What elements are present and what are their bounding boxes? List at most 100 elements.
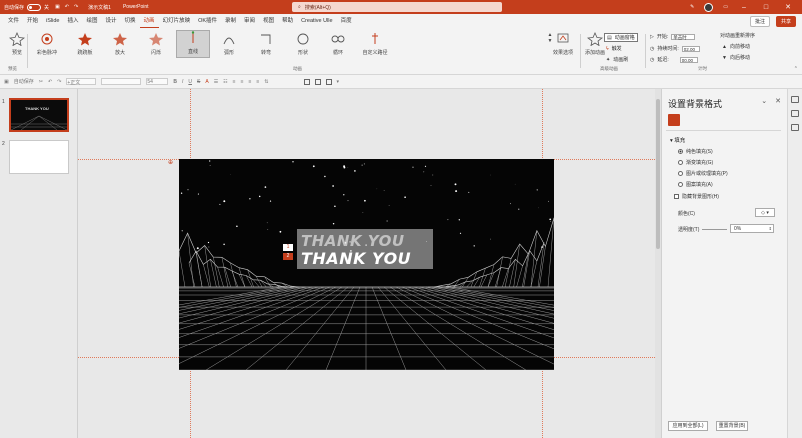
tab-3[interactable]: 插入 [63,14,82,28]
font-size-select[interactable]: 54 [146,78,169,85]
tab-12[interactable]: 视图 [259,14,278,28]
text-direction-icon[interactable]: ⇅ [264,79,268,85]
animation-painter-button[interactable]: ✦ 动画刷 [606,56,628,64]
ribbon-display-icon[interactable]: ▭ [723,4,728,10]
strike-icon[interactable]: S [197,79,200,85]
animation-option[interactable]: 跷跷板 [68,32,102,56]
slide-thumbnail-2[interactable] [9,140,69,174]
fill-section-header[interactable]: ▾ 填充 [670,136,685,144]
comment-icon[interactable]: ✎ [690,4,694,10]
apply-to-all-button[interactable]: 应用到全部(L) [668,421,708,431]
align-left-icon[interactable]: ≡ [233,79,236,85]
copilot-icon[interactable] [791,110,799,117]
numbering-icon[interactable]: ☷ [223,79,227,85]
tab-8[interactable]: 幻灯片放映 [159,14,195,28]
tab-4[interactable]: 绘图 [83,14,102,28]
autosave-toggle[interactable] [27,3,42,11]
move-later-button[interactable]: ▼ 向后移动 [722,54,750,62]
effect-options-button[interactable]: 效果选项 [548,32,578,56]
underline-icon[interactable]: U [188,79,192,85]
justify-icon[interactable]: ≡ [256,79,259,85]
animation-option[interactable]: 直线 [176,30,210,58]
tab-0[interactable]: 文件 [4,14,23,28]
animation-pane-button[interactable]: ▤ 动画窗格 [604,33,638,42]
save-icon[interactable]: ▣ [4,79,9,85]
save-icon[interactable]: ▣ [55,4,60,10]
animation-option[interactable]: 弧形 [212,32,246,56]
arrange-icon[interactable] [325,78,332,85]
fill-option-solid[interactable]: 纯色填充(S) [678,148,713,155]
collapse-ribbon-icon[interactable]: ⌃ [794,66,798,72]
tab-7[interactable]: 动画 [139,14,159,28]
italic-icon[interactable]: I [182,79,183,85]
align-center-icon[interactable]: ≡ [241,79,244,85]
start-select[interactable]: 单击时 [671,33,696,40]
tab-2[interactable]: iSlide [42,14,63,28]
tab-15[interactable]: 百度 [337,14,356,28]
fill-option-gradient[interactable]: 渐变填充(G) [678,159,713,166]
close-icon[interactable]: ✕ [775,97,781,105]
share-button[interactable]: 共享 [775,16,796,27]
delay-input[interactable]: 00.00 [679,56,698,63]
animation-option[interactable]: 闪烁 [139,32,173,56]
scrollbar-thumb[interactable] [656,99,660,249]
format-icon[interactable] [791,124,799,131]
preview-button[interactable]: 预览 [0,32,34,56]
tab-6[interactable]: 切换 [121,14,140,28]
tab-14[interactable]: Creative Ulle [297,14,336,28]
comment-icon[interactable] [791,96,799,103]
undo-icon[interactable]: ↶ [65,4,69,10]
animation-option[interactable]: 彩色脉冲 [30,32,64,56]
tab-1[interactable]: 开始 [23,14,42,28]
cut-icon[interactable]: ✂ [39,79,43,85]
animation-option[interactable]: 自定义路径 [358,32,392,56]
hide-background-checkbox[interactable]: 隐藏背景图形(H) [674,193,719,200]
fill-option-picture[interactable]: 图片或纹理填充(P) [678,170,728,177]
align-right-icon[interactable]: ≡ [249,79,252,85]
font-name-field[interactable] [101,78,142,85]
bold-icon[interactable]: B [173,79,177,85]
slide[interactable]: THANK YOU THANK YOU 1 2 [179,159,554,370]
font-color-icon[interactable]: A [205,79,208,85]
redo-icon[interactable]: ↷ [57,79,61,85]
redo-icon[interactable]: ↷ [74,4,78,10]
avatar[interactable] [704,2,714,12]
move-earlier-button[interactable]: ▲ 向前移动 [722,43,750,51]
font-select[interactable]: +正文 [66,78,97,86]
tab-5[interactable]: 设计 [102,14,121,28]
shape-outline-icon[interactable] [303,78,310,85]
fill-option-pattern[interactable]: 图案填充(A) [678,181,713,188]
spin-icon[interactable]: ⇕ [769,225,773,233]
shape-fill-icon[interactable] [314,78,321,85]
slide-thumbnail-1[interactable]: THANK YOU [9,98,69,132]
motion-path-marker-icon[interactable]: ⊕ [168,159,173,166]
maximize-button[interactable]: □ [760,4,772,11]
animation-tag-2[interactable]: 2 [283,253,293,260]
tab-10[interactable]: 录制 [221,14,240,28]
animation-option[interactable]: 转弯 [249,32,283,56]
fill-bucket-icon[interactable] [668,114,680,126]
close-button[interactable]: ✕ [782,3,794,11]
animation-tag-1[interactable]: 1 [283,244,293,251]
transparency-input[interactable]: 0% ⇕ [730,224,774,233]
reset-background-button[interactable]: 重置背景(B) [716,421,748,431]
title-text[interactable]: THANK YOU [301,249,411,268]
tab-11[interactable]: 审阅 [240,14,259,28]
bullets-icon[interactable]: ☰ [214,79,218,85]
animation-option[interactable]: 放大 [103,32,137,56]
search-box[interactable]: ⌕ 搜索(Alt+Q) [292,2,502,12]
autosave[interactable]: 自动保存 关 [4,3,49,11]
chevron-down-icon[interactable]: ⌄ [761,97,767,105]
duration-input[interactable]: 02.00 [681,45,700,52]
trigger-button[interactable]: ϟ 触发 [606,45,622,53]
undo-icon[interactable]: ↶ [48,79,52,85]
tab-9[interactable]: OK插件 [194,14,221,28]
more-icon[interactable]: ▾ [337,79,340,85]
animation-option[interactable]: 循环 [321,32,355,56]
transparency-slider[interactable] [702,229,727,230]
color-picker-button[interactable]: ◇ ▾ [755,208,775,217]
animation-option[interactable]: 形状 [286,32,320,56]
comment-button[interactable]: 批注 [749,16,770,27]
tab-13[interactable]: 帮助 [278,14,297,28]
minimize-button[interactable]: – [738,4,750,11]
